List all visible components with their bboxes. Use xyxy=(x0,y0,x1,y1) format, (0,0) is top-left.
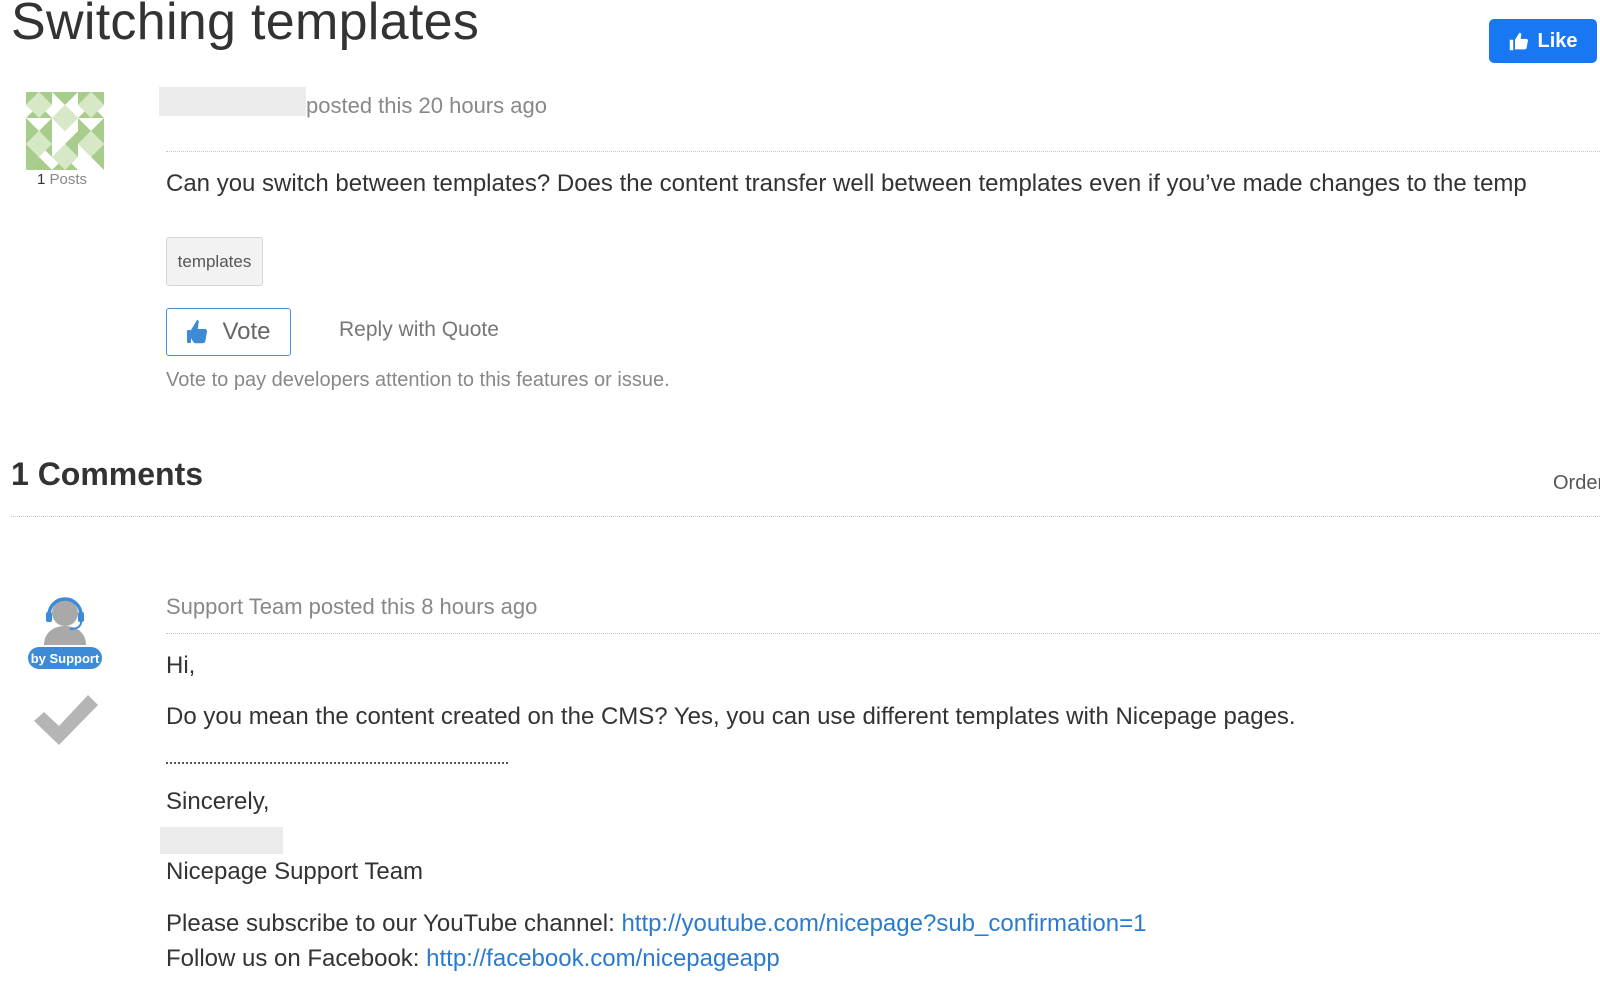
posts-count-number: 1 xyxy=(37,171,46,188)
check-icon xyxy=(34,695,98,745)
like-label: Like xyxy=(1537,29,1578,52)
facebook-link[interactable]: http://facebook.com/nicepageapp xyxy=(426,945,780,972)
tag-templates[interactable]: templates xyxy=(166,237,263,286)
thumbs-up-icon xyxy=(187,320,208,344)
post-divider xyxy=(166,151,1600,152)
comments-divider xyxy=(11,516,1600,517)
facebook-line: Follow us on Facebook: http://facebook.c… xyxy=(166,945,780,973)
comment-closing: Sincerely, xyxy=(166,788,270,815)
vote-hint: Vote to pay developers attention to this… xyxy=(166,369,670,391)
facebook-prefix: Follow us on Facebook: xyxy=(166,945,427,972)
support-badge: by Support xyxy=(28,647,102,669)
facebook-like-button[interactable]: Like xyxy=(1489,19,1597,63)
youtube-prefix: Please subscribe to our YouTube channel: xyxy=(166,910,622,937)
vote-label: Vote xyxy=(222,318,271,345)
author-posts-count: 1 Posts xyxy=(37,171,87,188)
posts-count-label: Posts xyxy=(49,171,88,188)
page-title: Switching templates xyxy=(11,0,480,51)
post-meta: posted this 20 hours ago xyxy=(306,93,547,118)
order-dropdown[interactable]: Order xyxy=(1553,472,1600,495)
reply-with-quote-link[interactable]: Reply with Quote xyxy=(339,318,499,342)
youtube-link[interactable]: http://youtube.com/nicepage?sub_confirma… xyxy=(621,910,1146,937)
comment-greeting: Hi, xyxy=(166,652,196,679)
comment-team: Nicepage Support Team xyxy=(166,858,424,885)
forum-topic-page: Switching templates Like 1 Posts posted … xyxy=(0,0,1600,1003)
thumbs-up-icon xyxy=(1510,32,1529,50)
support-avatar-icon xyxy=(44,597,86,645)
comment-divider xyxy=(166,633,1600,634)
comment-meta: Support Team posted this 8 hours ago xyxy=(166,594,538,619)
signature-separator xyxy=(166,762,508,764)
author-avatar[interactable] xyxy=(26,92,104,170)
comment-body: Do you mean the content created on the C… xyxy=(166,703,1296,730)
post-body: Can you switch between templates? Does t… xyxy=(166,170,1527,197)
comments-heading: 1 Comments xyxy=(11,456,204,492)
author-name-redacted xyxy=(159,87,306,116)
vote-button[interactable]: Vote xyxy=(166,308,291,356)
signature-name-redacted xyxy=(160,827,283,854)
youtube-line: Please subscribe to our YouTube channel:… xyxy=(166,910,1146,938)
